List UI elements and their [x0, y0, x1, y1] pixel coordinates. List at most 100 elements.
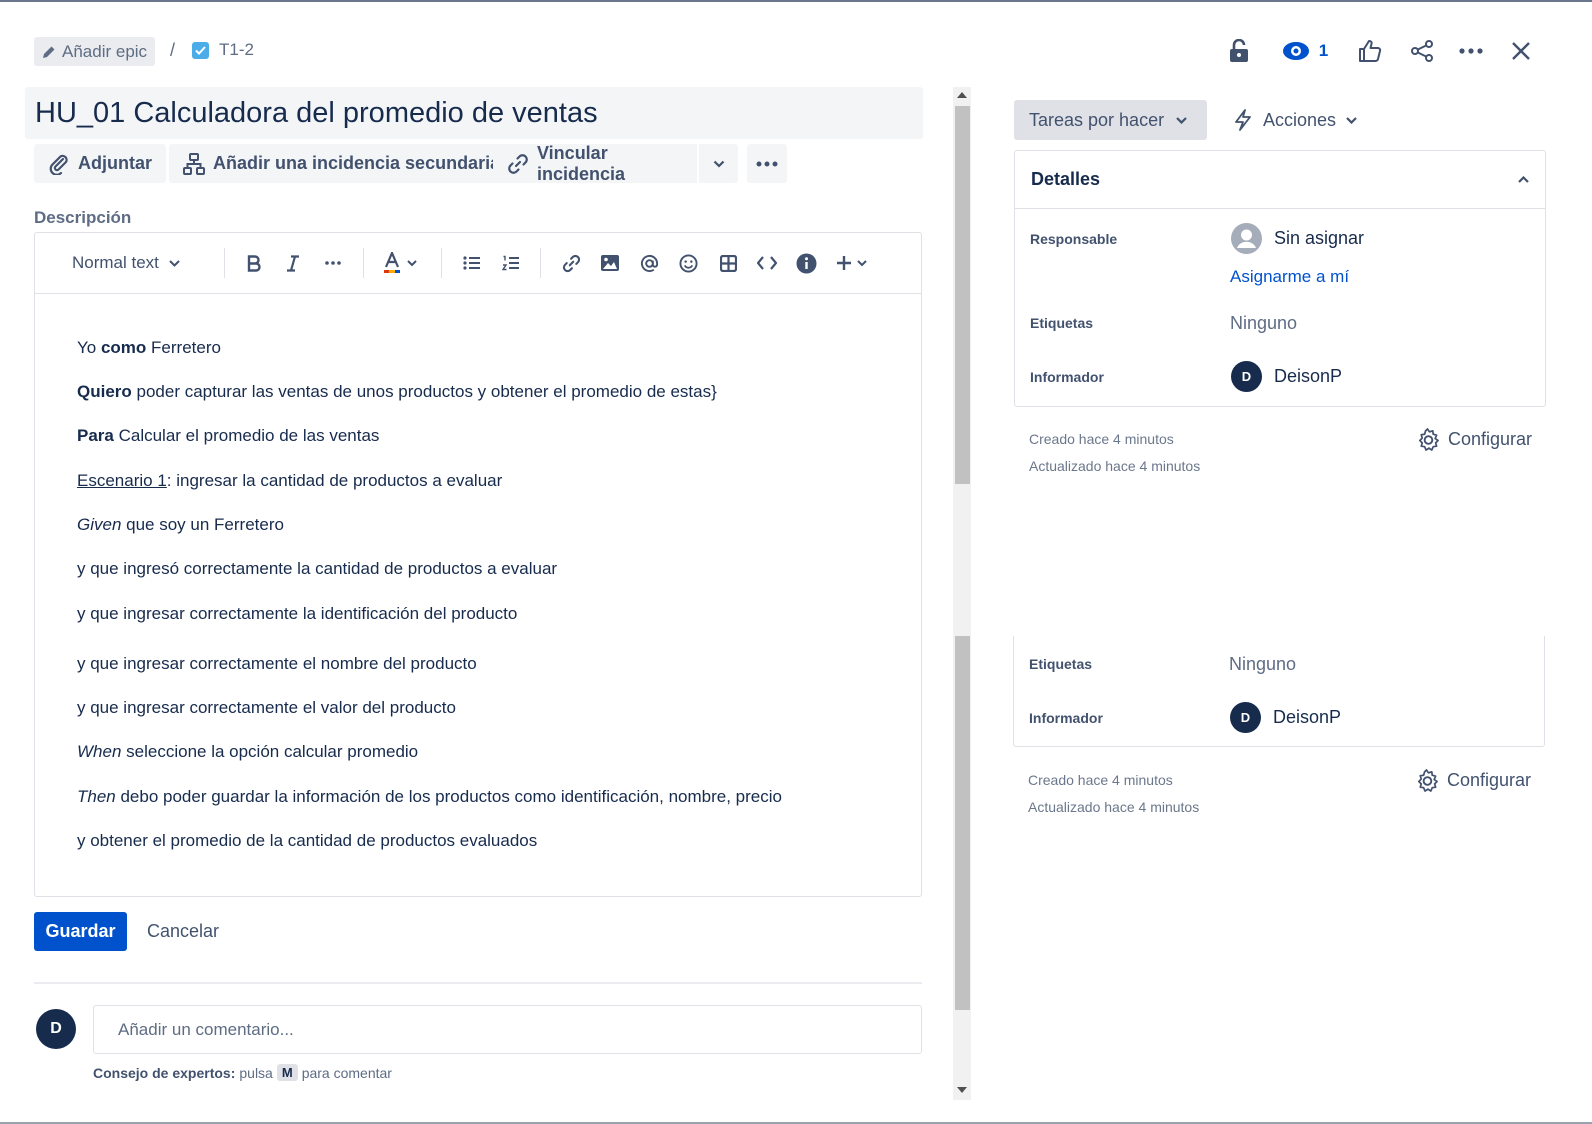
configure-button[interactable]: Configurar — [1415, 769, 1531, 792]
breadcrumb-separator: / — [170, 40, 176, 60]
insert-more-button[interactable] — [836, 248, 867, 278]
reporter-label: Informador — [1030, 369, 1104, 385]
chevron-down-icon — [169, 259, 180, 267]
paperclip-icon — [48, 153, 70, 175]
pro-tip-prefix: Consejo de expertos: — [93, 1064, 236, 1081]
link-icon — [562, 254, 581, 273]
attach-button[interactable]: Adjuntar — [34, 144, 166, 183]
updated-time: Actualizado hace 4 minutos — [1028, 799, 1200, 815]
actions-dropdown[interactable]: Acciones — [1233, 100, 1357, 140]
labels-value[interactable]: Ninguno — [1230, 313, 1297, 334]
reporter-field[interactable]: D DeisonP — [1230, 702, 1341, 733]
watch-button[interactable]: 1 — [1280, 34, 1330, 68]
gear-icon — [1415, 769, 1438, 792]
pro-tip-text: pulsa — [239, 1064, 273, 1081]
text-style-value: Normal text — [72, 253, 159, 272]
add-epic-button[interactable]: Añadir epic — [34, 37, 156, 66]
scroll-down-arrow[interactable] — [957, 1087, 967, 1093]
info-panel-button[interactable] — [795, 248, 817, 278]
more-horizontal-icon — [756, 161, 778, 167]
share-button[interactable] — [1408, 34, 1436, 68]
assignee-label: Responsable — [1030, 231, 1118, 247]
hierarchy-icon — [183, 152, 205, 175]
unlock-icon — [1229, 39, 1249, 63]
section-divider — [34, 982, 922, 984]
pro-tip: Consejo de expertos: pulsa M para coment… — [93, 1064, 392, 1081]
numbered-list-button[interactable] — [501, 248, 521, 278]
reporter-label: Informador — [1029, 710, 1103, 726]
lightning-icon — [1233, 109, 1253, 131]
mention-button[interactable] — [639, 248, 659, 278]
configure-button[interactable]: Configurar — [1416, 428, 1532, 451]
scrollbar-thumb[interactable] — [955, 636, 970, 1010]
labels-value[interactable]: Ninguno — [1229, 654, 1296, 675]
plus-icon — [836, 255, 852, 271]
link-issue-dropdown[interactable] — [699, 144, 738, 183]
link-icon — [507, 153, 529, 175]
bullet-list-button[interactable] — [462, 248, 482, 278]
scroll-up-arrow[interactable] — [957, 92, 967, 98]
bullet-list-icon — [463, 256, 481, 270]
created-time: Creado hace 4 minutos — [1028, 772, 1173, 788]
text-style-dropdown[interactable]: Normal text — [72, 248, 180, 278]
insert-link-button[interactable] — [561, 248, 581, 278]
comment-input[interactable]: Añadir un comentario... — [93, 1005, 922, 1054]
unassigned-avatar-icon — [1231, 223, 1262, 254]
chevron-down-icon — [1176, 116, 1187, 124]
scrollbar-thumb[interactable] — [955, 106, 970, 484]
description-line: y que ingresar correctamente la identifi… — [77, 604, 518, 623]
labels-label: Etiquetas — [1030, 315, 1094, 331]
code-block-button[interactable] — [756, 248, 778, 278]
text-color-button[interactable] — [383, 248, 417, 278]
image-icon — [601, 255, 619, 271]
reporter-avatar: D — [1230, 702, 1261, 733]
toolbar-divider — [363, 248, 364, 278]
link-issue-label: Vincular incidencia — [537, 142, 626, 184]
chevron-down-icon — [857, 259, 867, 267]
add-child-issue-button[interactable]: Añadir una incidencia secundaria — [169, 144, 515, 183]
reporter-field[interactable]: D DeisonP — [1231, 361, 1342, 392]
description-line: Escenario 1: ingresar la cantidad de pro… — [77, 471, 503, 490]
toolbar-divider — [224, 248, 225, 278]
italic-button[interactable] — [284, 248, 302, 278]
more-issue-actions-button[interactable] — [747, 144, 787, 183]
cancel-button[interactable]: Cancelar — [138, 912, 228, 951]
bold-button[interactable] — [245, 248, 263, 278]
insert-image-button[interactable] — [600, 248, 620, 278]
user-avatar: D — [36, 1009, 76, 1049]
reporter-value: DeisonP — [1274, 366, 1343, 386]
table-icon — [719, 254, 737, 272]
status-dropdown[interactable]: Tareas por hacer — [1014, 100, 1207, 140]
emoji-button[interactable] — [678, 248, 698, 278]
save-button[interactable]: Guardar — [34, 912, 127, 951]
issue-key-link[interactable]: T1-2 — [192, 40, 254, 60]
info-icon — [796, 253, 817, 274]
more-horizontal-icon — [325, 261, 341, 265]
created-time: Creado hace 4 minutos — [1029, 431, 1174, 447]
chevron-up-icon — [1518, 176, 1529, 183]
assign-to-me-link[interactable]: Asignarme a mí — [1230, 267, 1349, 287]
window-top-border — [0, 0, 1592, 2]
like-button[interactable] — [1356, 34, 1384, 68]
code-icon — [757, 256, 777, 270]
timestamps: Creado hace 4 minutos Actualizado hace 4… — [1029, 426, 1200, 480]
share-icon — [1410, 39, 1434, 63]
attach-label: Adjuntar — [78, 153, 152, 173]
description-line: y que ingresar correctamente el valor de… — [77, 698, 456, 717]
table-button[interactable] — [718, 248, 738, 278]
issue-summary[interactable]: HU_01 Calculadora del promedio de ventas — [25, 87, 923, 139]
description-line: y que ingresó correctamente la cantidad … — [77, 559, 558, 578]
reporter-value: DeisonP — [1273, 707, 1342, 727]
link-issue-button[interactable]: Vincular incidencia — [493, 142, 697, 184]
close-button[interactable] — [1508, 34, 1534, 68]
restrictions-button[interactable] — [1224, 34, 1254, 68]
emoji-icon — [678, 253, 698, 273]
configure-label: Configurar — [1447, 770, 1532, 790]
assignee-field[interactable]: Sin asignar — [1231, 223, 1364, 254]
more-formatting-button[interactable] — [323, 248, 343, 278]
pencil-icon — [42, 45, 56, 59]
italic-icon — [286, 254, 300, 272]
more-actions-button[interactable] — [1456, 34, 1486, 68]
details-header[interactable]: Detalles — [1015, 151, 1545, 209]
at-sign-icon — [640, 254, 659, 273]
